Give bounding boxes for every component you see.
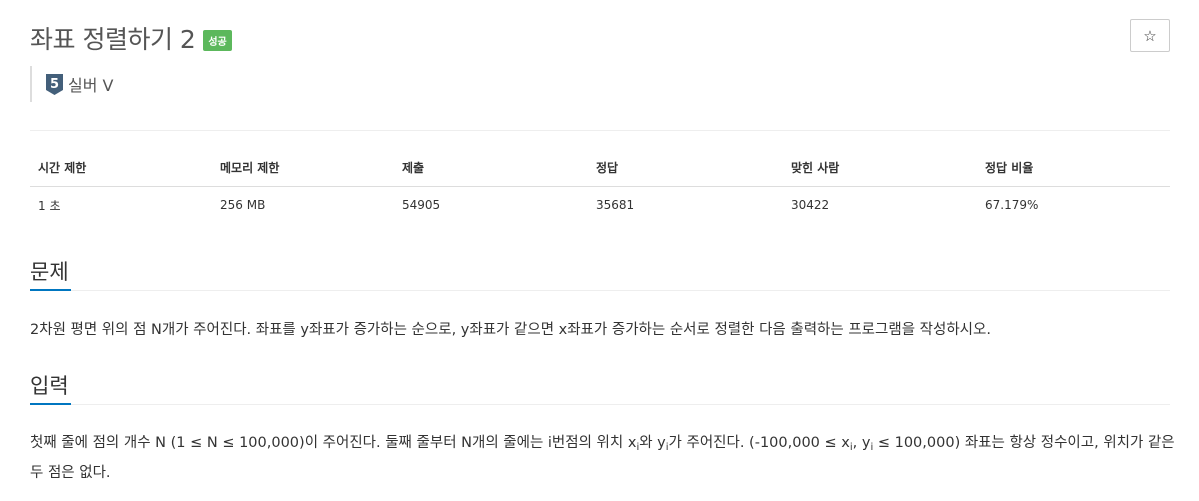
problem-section-title: 문제 xyxy=(30,257,71,291)
star-button[interactable]: ☆ xyxy=(1130,19,1170,52)
input-section-title: 입력 xyxy=(30,371,71,405)
problem-description: 2차원 평면 위의 점 N개가 주어진다. 좌표를 y좌표가 증가하는 순으로,… xyxy=(30,322,991,338)
tier-label: 실버 V xyxy=(68,76,114,95)
value-memory-limit: 256 MB xyxy=(220,198,266,213)
info-value-row: 1 초 256 MB 54905 35681 30422 67.179% xyxy=(30,186,1170,224)
header-accept-ratio: 정답 비율 xyxy=(977,150,1170,187)
silver-tier-icon: 5 xyxy=(46,73,63,95)
input-section-header: 입력 xyxy=(30,371,1170,405)
header-submissions: 제출 xyxy=(394,150,588,187)
value-time-limit: 1 초 xyxy=(38,198,61,213)
divider xyxy=(30,130,1170,131)
value-accept-ratio: 67.179% xyxy=(985,198,1039,213)
header-accepted: 정답 xyxy=(588,150,783,187)
problem-section-header: 문제 xyxy=(30,257,1170,291)
star-icon: ☆ xyxy=(1143,26,1157,45)
tier-number: 5 xyxy=(50,77,59,92)
value-accepted[interactable]: 35681 xyxy=(588,186,783,224)
value-solved-users[interactable]: 30422 xyxy=(783,186,977,224)
value-submissions[interactable]: 54905 xyxy=(394,186,588,224)
info-header-row: 시간 제한 메모리 제한 제출 정답 맞힌 사람 정답 비율 xyxy=(30,150,1170,187)
tier-indicator: 5 실버 V xyxy=(30,66,113,102)
header-solved-users: 맞힌 사람 xyxy=(783,150,977,187)
header-memory-limit: 메모리 제한 xyxy=(212,150,394,187)
status-badge: 성공 xyxy=(203,29,232,51)
header-time-limit: 시간 제한 xyxy=(30,150,212,187)
problem-info-table: 시간 제한 메모리 제한 제출 정답 맞힌 사람 정답 비율 1 초 256 M… xyxy=(30,150,1170,224)
problem-title: 좌표 정렬하기 2 xyxy=(30,25,196,54)
problem-header: 좌표 정렬하기 2 성공 xyxy=(30,18,232,58)
input-description: 첫째 줄에 점의 개수 N (1 ≤ N ≤ 100,000)이 주어진다. 둘… xyxy=(30,435,1175,481)
